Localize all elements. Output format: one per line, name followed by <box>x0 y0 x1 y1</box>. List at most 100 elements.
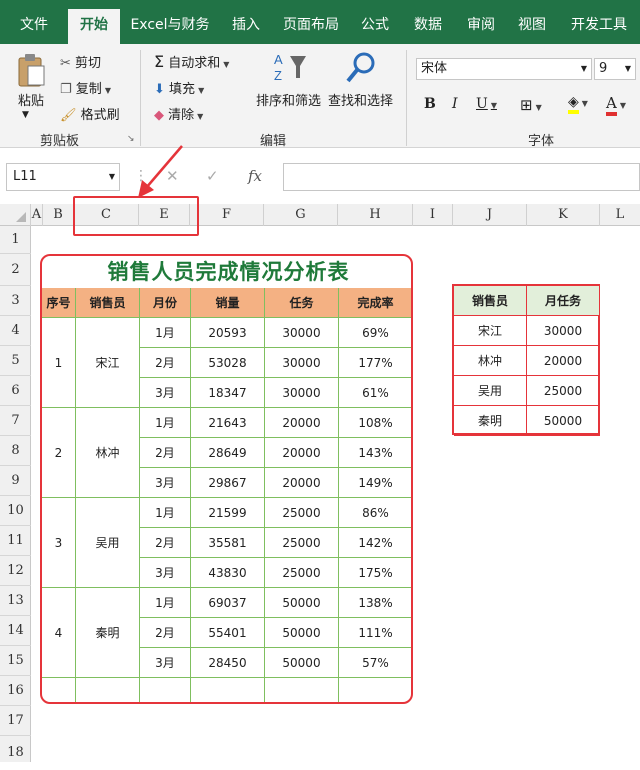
side-cell[interactable]: 林冲 <box>454 346 527 376</box>
table-cell[interactable]: 30000 <box>265 378 339 408</box>
table-cell[interactable]: 30000 <box>265 348 339 378</box>
table-cell[interactable]: 1月 <box>140 588 191 618</box>
row-number-cell[interactable]: 2 <box>42 408 76 498</box>
row-header[interactable]: 13 <box>0 586 31 616</box>
table-cell[interactable]: 21643 <box>191 408 265 438</box>
table-cell[interactable]: 20000 <box>265 408 339 438</box>
font-name-dropdown[interactable]: 宋体 ▼ <box>416 58 592 80</box>
column-header[interactable]: I <box>413 204 453 226</box>
underline-button[interactable]: U ▼ <box>476 96 497 112</box>
column-header[interactable]: F <box>190 204 264 226</box>
paste-button[interactable] <box>14 52 48 92</box>
row-number-cell[interactable]: 3 <box>42 498 76 588</box>
row-header[interactable]: 7 <box>0 406 31 436</box>
table-cell[interactable]: 18347 <box>191 378 265 408</box>
side-cell[interactable]: 50000 <box>527 406 600 436</box>
row-header[interactable]: 6 <box>0 376 31 406</box>
tab-file[interactable]: 文件 <box>8 0 60 44</box>
table-cell[interactable]: 138% <box>339 588 411 618</box>
table-cell[interactable]: 29867 <box>191 468 265 498</box>
empty-cell[interactable] <box>42 678 76 702</box>
empty-cell[interactable] <box>265 678 339 702</box>
row-header[interactable]: 18 <box>0 736 31 762</box>
empty-cell[interactable] <box>140 678 191 702</box>
tab-review[interactable]: 审阅 <box>458 0 504 44</box>
copy-button[interactable]: ❐ 复制 ▼ <box>60 78 111 97</box>
formula-input[interactable] <box>283 163 640 191</box>
table-cell[interactable]: 20000 <box>265 438 339 468</box>
table-cell[interactable]: 2月 <box>140 438 191 468</box>
table-cell[interactable]: 3月 <box>140 378 191 408</box>
side-cell[interactable]: 宋江 <box>454 316 527 346</box>
row-number-cell[interactable]: 1 <box>42 318 76 408</box>
tab-formulas[interactable]: 公式 <box>352 0 398 44</box>
row-header[interactable]: 9 <box>0 466 31 496</box>
tab-data[interactable]: 数据 <box>406 0 450 44</box>
row-header[interactable]: 1 <box>0 226 31 254</box>
table-cell[interactable]: 25000 <box>265 498 339 528</box>
table-cell[interactable]: 177% <box>339 348 411 378</box>
cut-button[interactable]: ✂ 剪切 <box>60 52 101 71</box>
row-header[interactable]: 17 <box>0 706 31 736</box>
table-cell[interactable]: 1月 <box>140 318 191 348</box>
table-cell[interactable]: 28450 <box>191 648 265 678</box>
tab-developer[interactable]: 开发工具 <box>562 0 636 44</box>
side-cell[interactable]: 20000 <box>527 346 600 376</box>
table-cell[interactable]: 175% <box>339 558 411 588</box>
row-header[interactable]: 14 <box>0 616 31 646</box>
font-color-button[interactable]: A ▼ <box>606 94 626 116</box>
table-cell[interactable]: 1月 <box>140 408 191 438</box>
row-header[interactable]: 16 <box>0 676 31 706</box>
table-cell[interactable]: 57% <box>339 648 411 678</box>
table-header-cell[interactable]: 完成率 <box>339 288 411 318</box>
table-cell[interactable]: 20593 <box>191 318 265 348</box>
table-header-cell[interactable]: 销量 <box>191 288 265 318</box>
fill-button[interactable]: ⬇ 填充 ▼ <box>154 78 204 97</box>
sort-filter-icon[interactable]: A Z <box>270 50 310 90</box>
table-cell[interactable]: 50000 <box>265 648 339 678</box>
border-button[interactable]: ⊞ ▼ <box>520 96 542 114</box>
table-cell[interactable]: 25000 <box>265 558 339 588</box>
italic-button[interactable]: I <box>452 96 458 112</box>
table-cell[interactable]: 43830 <box>191 558 265 588</box>
table-cell[interactable]: 149% <box>339 468 411 498</box>
bold-button[interactable]: B <box>424 96 436 112</box>
table-cell[interactable]: 50000 <box>265 618 339 648</box>
column-header[interactable]: H <box>338 204 413 226</box>
side-cell[interactable]: 吴用 <box>454 376 527 406</box>
side-header-cell[interactable]: 月任务 <box>527 286 600 316</box>
column-header[interactable]: L <box>600 204 640 226</box>
tab-excel-finance[interactable]: Excel与财务 <box>126 0 214 44</box>
row-header[interactable]: 4 <box>0 316 31 346</box>
table-cell[interactable]: 53028 <box>191 348 265 378</box>
row-header[interactable]: 8 <box>0 436 31 466</box>
salesperson-cell[interactable]: 秦明 <box>76 588 140 678</box>
empty-cell[interactable] <box>191 678 265 702</box>
table-cell[interactable]: 86% <box>339 498 411 528</box>
table-cell[interactable]: 2月 <box>140 528 191 558</box>
column-header[interactable]: K <box>527 204 600 226</box>
table-cell[interactable]: 21599 <box>191 498 265 528</box>
font-size-dropdown[interactable]: 9 ▼ <box>594 58 636 80</box>
column-header[interactable]: B <box>43 204 74 226</box>
column-header[interactable]: A <box>31 204 43 226</box>
table-cell[interactable]: 20000 <box>265 468 339 498</box>
table-cell[interactable]: 30000 <box>265 318 339 348</box>
clear-button[interactable]: ◆ 清除 ▼ <box>154 104 203 123</box>
find-select-label[interactable]: 查找和选择 <box>328 90 393 109</box>
table-cell[interactable]: 25000 <box>265 528 339 558</box>
enter-icon[interactable]: ✓ <box>206 167 219 185</box>
table-cell[interactable]: 35581 <box>191 528 265 558</box>
table-cell[interactable]: 143% <box>339 438 411 468</box>
tab-insert[interactable]: 插入 <box>224 0 268 44</box>
name-box[interactable]: L11 ▼ <box>6 163 120 191</box>
function-icon[interactable]: fx <box>248 167 262 185</box>
row-header[interactable]: 12 <box>0 556 31 586</box>
table-cell[interactable]: 69037 <box>191 588 265 618</box>
table-cell[interactable]: 3月 <box>140 468 191 498</box>
column-header[interactable]: G <box>264 204 338 226</box>
empty-cell[interactable] <box>339 678 411 702</box>
table-header-cell[interactable]: 月份 <box>140 288 191 318</box>
autosum-button[interactable]: Σ 自动求和 ▼ <box>154 52 229 71</box>
row-header[interactable]: 15 <box>0 646 31 676</box>
